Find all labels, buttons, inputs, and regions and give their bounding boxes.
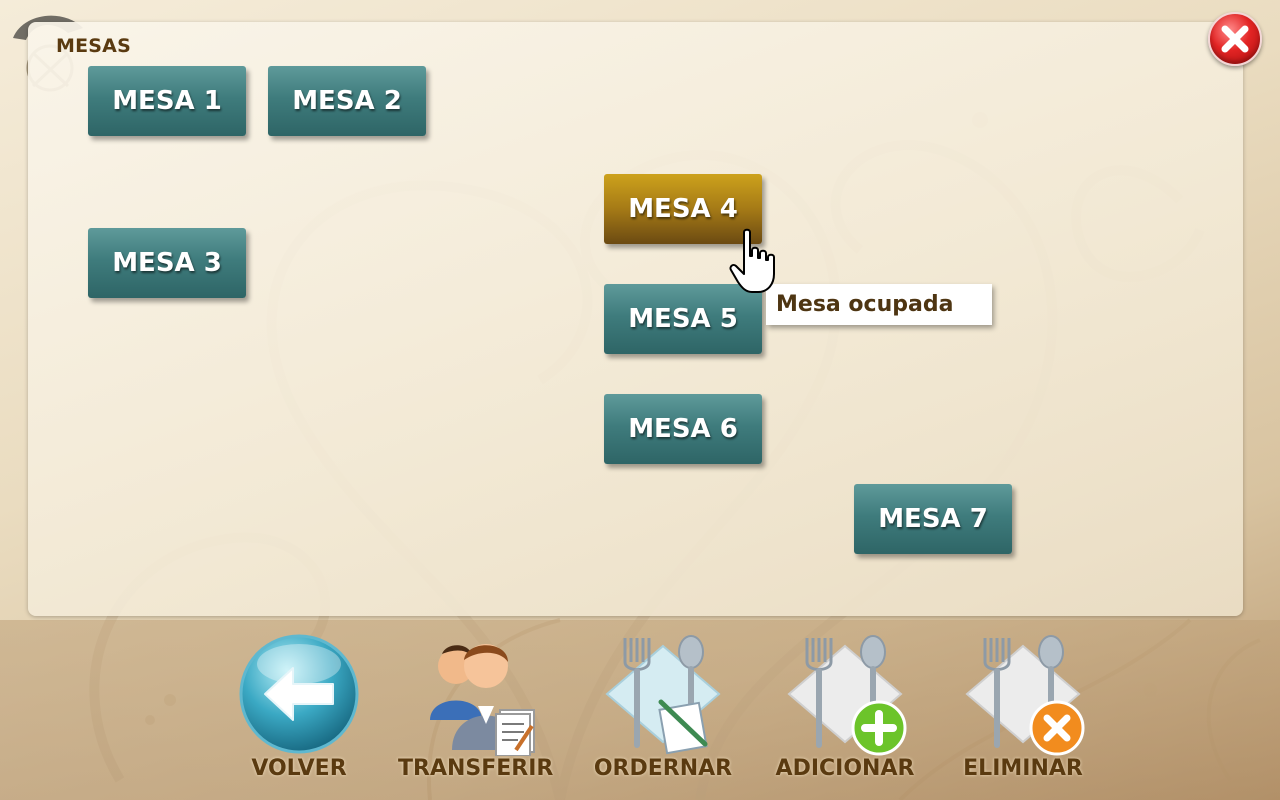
delete-cutlery-icon [965,635,1085,756]
hand-pointer-icon [729,228,775,293]
transferir-button[interactable]: TRANSFERIR [398,632,554,792]
add-cutlery-icon [787,635,907,756]
ordernar-button[interactable]: ORDERNAR [588,632,738,792]
ordernar-label: ORDERNAR [593,756,733,781]
transferir-label: TRANSFERIR [398,756,554,781]
close-icon [1221,25,1249,53]
volver-button[interactable]: VOLVER [224,632,374,792]
eliminar-label: ELIMINAR [963,756,1083,781]
table-button-3[interactable]: MESA 3 [88,228,246,298]
table-button-2[interactable]: MESA 2 [268,66,426,136]
volver-label: VOLVER [251,756,347,781]
eliminar-button[interactable]: ELIMINAR [948,632,1098,792]
page-title: MESAS [56,35,131,57]
adicionar-label: ADICIONAR [775,756,915,781]
table-button-1[interactable]: MESA 1 [88,66,246,136]
transfer-people-icon [430,644,535,756]
back-arrow-icon [239,634,359,754]
table-button-7[interactable]: MESA 7 [854,484,1012,554]
close-button[interactable] [1208,12,1262,66]
table-status-tooltip: Mesa ocupada [766,284,992,325]
order-cutlery-icon [605,635,721,755]
adicionar-button[interactable]: ADICIONAR [770,632,920,792]
table-button-6[interactable]: MESA 6 [604,394,762,464]
